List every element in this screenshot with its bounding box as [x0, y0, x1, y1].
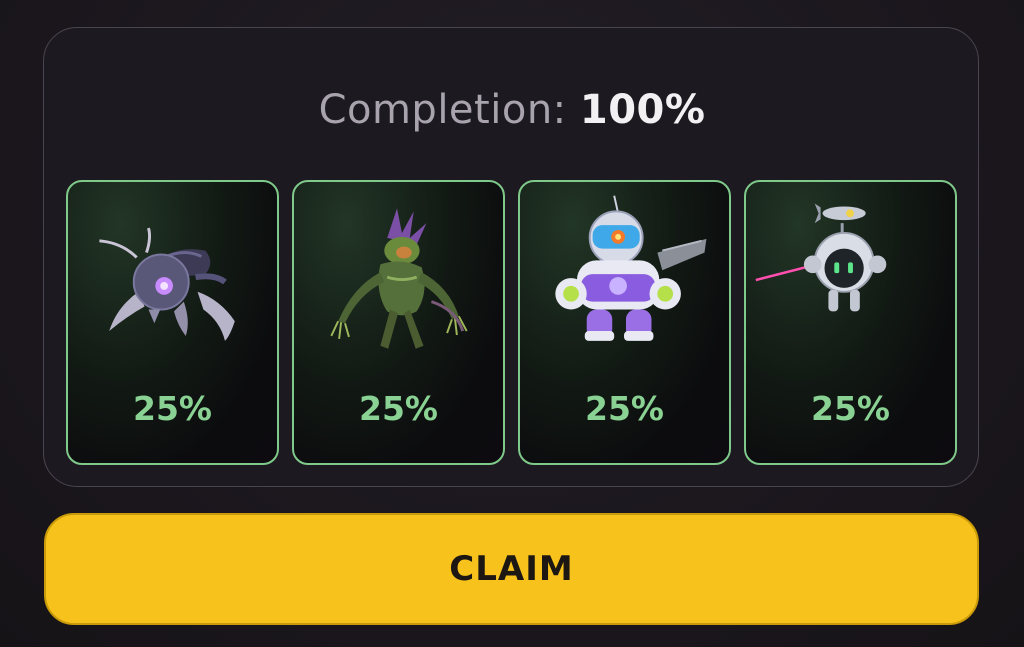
robot-spider-icon [99, 227, 235, 341]
plant-monster-icon [330, 208, 468, 349]
claim-button-label: CLAIM [449, 549, 574, 589]
flying-drone-icon [755, 203, 887, 312]
completion-label: Completion: [318, 87, 567, 133]
completion-value: 100% [579, 87, 706, 133]
card-percent: 25% [133, 389, 212, 428]
card-astronaut-mech[interactable]: 25% [518, 180, 731, 465]
card-percent: 25% [359, 389, 438, 428]
game-screen: Completion: 100% 25% 25% 25% 25% CLAIM [0, 0, 1024, 647]
card-percent: 25% [811, 389, 890, 428]
completion-text: Completion: 100% [0, 82, 1024, 138]
card-row: 25% 25% 25% 25% [66, 180, 959, 465]
claim-button[interactable]: CLAIM [44, 513, 979, 625]
card-plant-mutant[interactable]: 25% [292, 180, 505, 465]
card-drone-bot[interactable]: 25% [744, 180, 957, 465]
astronaut-robot-icon [555, 195, 707, 341]
card-percent: 25% [585, 389, 664, 428]
card-spider-bot[interactable]: 25% [66, 180, 279, 465]
